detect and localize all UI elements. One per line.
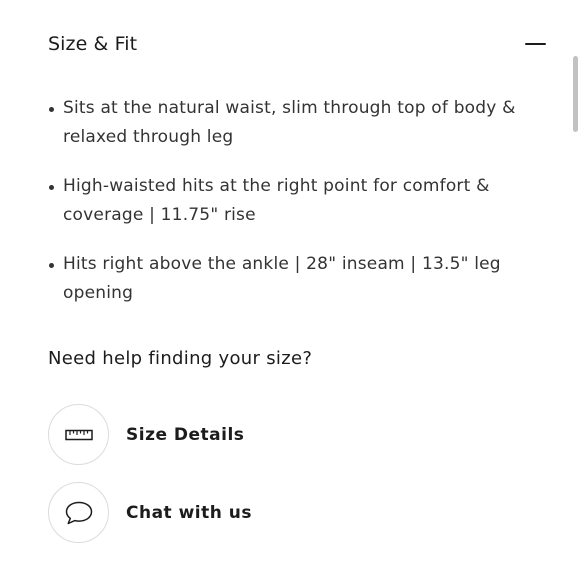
size-fit-panel: Size & Fit Sits at the natural waist, sl… [0, 0, 580, 580]
size-fit-header[interactable]: Size & Fit [48, 28, 546, 60]
chat-button[interactable]: Chat with us [48, 482, 252, 543]
list-item: Hits right above the ankle | 28" inseam … [48, 250, 528, 308]
minus-icon-bar [524, 43, 546, 45]
ruler-icon [64, 429, 93, 440]
chat-label: Chat with us [126, 502, 252, 523]
chat-icon-circle[interactable] [48, 482, 109, 543]
section-title: Size & Fit [48, 33, 138, 55]
help-heading: Need help finding your size? [48, 348, 313, 369]
minus-icon[interactable] [524, 33, 546, 55]
size-details-icon-circle[interactable] [48, 404, 109, 465]
scrollbar[interactable] [573, 56, 578, 132]
fit-details-list: Sits at the natural waist, slim through … [48, 94, 528, 328]
list-item: Sits at the natural waist, slim through … [48, 94, 528, 152]
size-details-button[interactable]: Size Details [48, 404, 244, 465]
chat-bubble-icon [65, 501, 92, 524]
size-details-label: Size Details [126, 424, 245, 445]
list-item: High-waisted hits at the right point for… [48, 172, 528, 230]
